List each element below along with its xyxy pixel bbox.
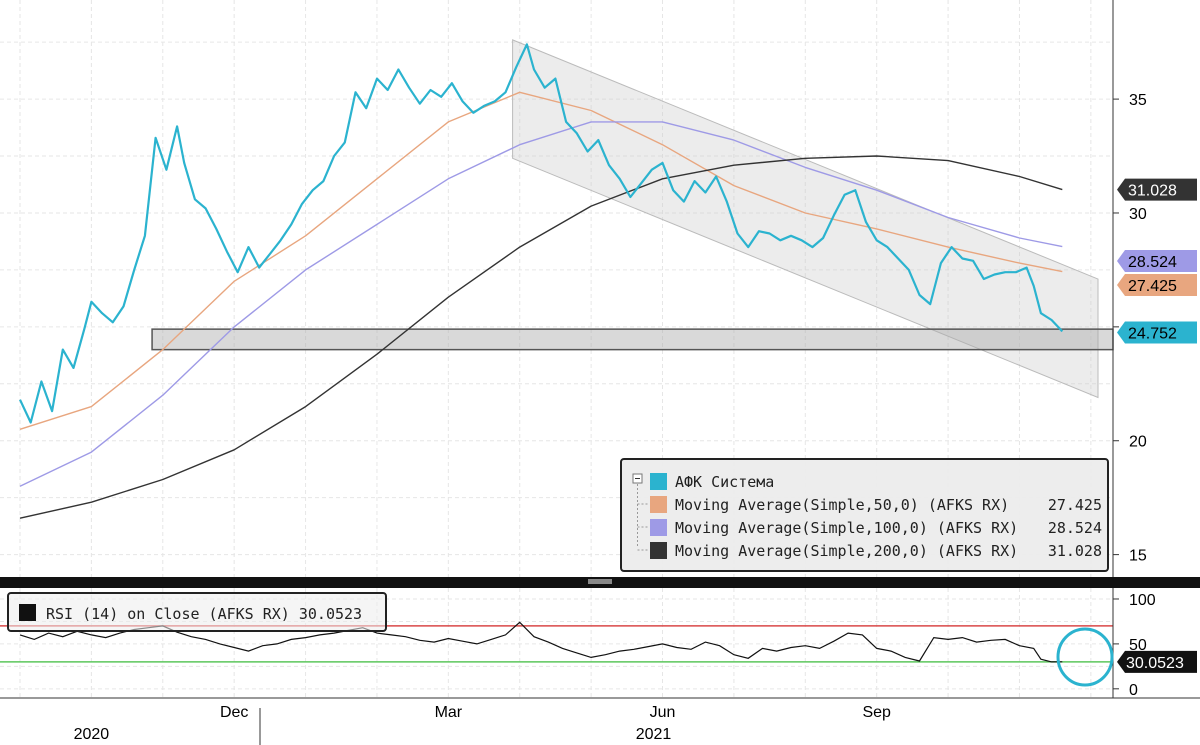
legend-label: АФК Система <box>675 473 774 491</box>
legend-swatch <box>650 542 667 559</box>
legend-value: 27.425 <box>1048 496 1102 514</box>
year-label: 2021 <box>636 726 672 743</box>
stock-chart: 15203035050100Dec Mar Jun Sep2020 2021 31.02… <box>0 0 1200 745</box>
x-tick-label: Mar <box>435 704 463 721</box>
year-label: 2020 <box>74 726 110 743</box>
rsi-tick-label: 100 <box>1129 592 1156 609</box>
rsi-legend-swatch <box>19 604 36 621</box>
legend: АФК Система Moving Average(Simple,50,0) (… <box>620 458 1109 572</box>
support-band <box>151 328 1114 351</box>
legend-value: 31.028 <box>1048 542 1102 560</box>
legend-swatch <box>650 496 667 513</box>
y-tick-label: 30 <box>1129 206 1147 223</box>
legend-label: Moving Average(Simple,200,0) (AFKS RX) <box>675 542 1018 560</box>
y-tick-label: 35 <box>1129 92 1147 109</box>
rsi-tick-label: 0 <box>1129 682 1138 699</box>
x-tick-label: Sep <box>862 704 891 721</box>
x-tick-label: Dec <box>220 704 248 721</box>
rsi-legend: RSI (14) on Close (AFKS RX) 30.0523 <box>7 592 387 632</box>
y-tick-label: 20 <box>1129 434 1147 451</box>
pane-resize-handle <box>588 579 612 584</box>
value-tag-label: 24.752 <box>1128 326 1177 343</box>
legend-value: 28.524 <box>1048 519 1102 537</box>
value-tag-label: 27.425 <box>1128 278 1177 295</box>
legend-label: Moving Average(Simple,50,0) (AFKS RX) <box>675 496 1009 514</box>
value-tag-label: 30.0523 <box>1126 655 1184 672</box>
x-tick-label: Jun <box>650 704 676 721</box>
legend-swatch <box>650 519 667 536</box>
rsi-legend-label: RSI (14) on Close (AFKS RX) 30.0523 <box>46 605 362 623</box>
value-tag-label: 31.028 <box>1128 183 1177 200</box>
support-zone <box>151 328 1114 351</box>
legend-swatch <box>650 473 667 490</box>
legend-label: Moving Average(Simple,100,0) (AFKS RX) <box>675 519 1018 537</box>
value-tag-label: 28.524 <box>1128 254 1177 271</box>
y-tick-label: 15 <box>1129 548 1147 565</box>
